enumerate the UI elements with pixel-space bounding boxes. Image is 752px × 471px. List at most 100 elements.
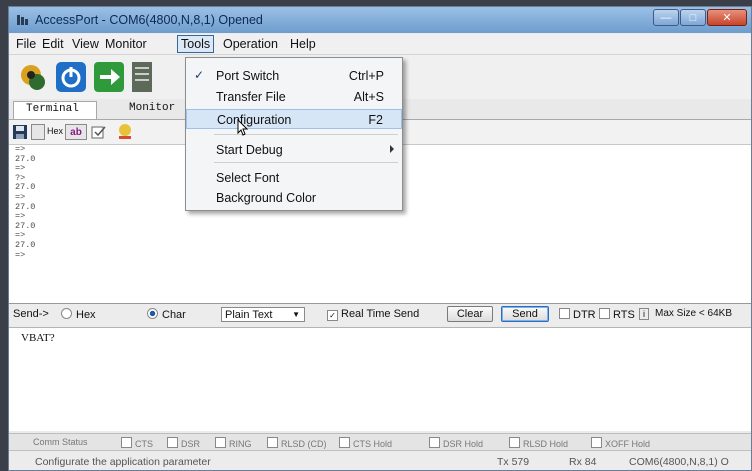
text-mode-button[interactable]: ab (65, 124, 87, 140)
configuration-label: Configuration (217, 113, 292, 127)
format-select-value: Plain Text (225, 309, 273, 321)
dsr-hold-status: DSR Hold (429, 437, 483, 449)
tab-monitor[interactable]: Monitor (117, 101, 187, 119)
submenu-arrow-icon (390, 145, 394, 153)
close-button[interactable]: ✕ (707, 9, 747, 26)
menu-bar: File Edit View Monitor Tools Operation H… (9, 34, 751, 55)
menu-item-start-debug[interactable]: Start Debug (186, 140, 402, 160)
tools-menu: ✓ Port Switch Ctrl+P Transfer File Alt+S… (185, 57, 403, 211)
background-color-label: Background Color (216, 191, 317, 205)
menu-file[interactable]: File (13, 36, 39, 52)
chevron-down-icon: ▼ (292, 310, 300, 319)
cts-hold-status: CTS Hold (339, 437, 392, 449)
port-config-icon[interactable] (17, 61, 49, 93)
terminal-line: => (15, 249, 26, 260)
menu-item-port-switch[interactable]: ✓ Port Switch Ctrl+P (186, 66, 402, 86)
status-indicator (339, 437, 350, 448)
save-icon[interactable] (13, 125, 27, 139)
clear-screen-icon[interactable] (117, 123, 133, 140)
status-indicator (167, 437, 178, 448)
ring-status-label: RING (229, 439, 252, 449)
status-indicator (121, 437, 132, 448)
port-status: COM6(4800,N,8,1) O (629, 456, 729, 468)
rlsd-status-label: RLSD (CD) (281, 439, 327, 449)
rlsd-status: RLSD (CD) (267, 437, 327, 449)
checkbox-edit-icon[interactable] (91, 124, 107, 140)
checkbox-indicator (559, 308, 570, 319)
char-radio-label: Char (162, 309, 186, 321)
status-hint: Configurate the application parameter (35, 456, 211, 468)
comm-status-label: Comm Status (33, 437, 88, 447)
start-debug-label: Start Debug (216, 143, 283, 157)
menu-item-background-color[interactable]: Background Color (186, 188, 402, 208)
clear-button[interactable]: Clear (447, 306, 493, 322)
transfer-file-label: Transfer File (216, 90, 286, 104)
menu-edit[interactable]: Edit (39, 36, 67, 52)
terminal-line: => (15, 211, 26, 222)
status-indicator (509, 437, 520, 448)
menu-item-configuration[interactable]: Configuration F2 (186, 109, 402, 129)
realtime-send-label: Real Time Send (341, 308, 420, 320)
rts-label: RTS (613, 309, 635, 321)
dsr-hold-status-label: DSR Hold (443, 439, 484, 449)
xoff-hold-status: XOFF Hold (591, 437, 650, 449)
cts-status-label: CTS (135, 439, 153, 449)
go-arrow-icon[interactable] (93, 61, 125, 93)
radio-indicator (147, 308, 158, 319)
radio-indicator (61, 308, 72, 319)
tab-terminal[interactable]: Terminal (13, 101, 97, 119)
terminal-line: 27.0 (15, 220, 36, 231)
status-bar: Configurate the application parameter Tx… (9, 450, 751, 470)
menu-view[interactable]: View (69, 36, 102, 52)
tx-count: Tx 579 (497, 456, 530, 468)
hex-label[interactable]: Hex (47, 126, 63, 136)
char-radio[interactable]: Char (147, 308, 186, 321)
menu-tools[interactable]: Tools (177, 35, 215, 53)
window-title: AccessPort - COM6(4800,N,8,1) Opened (35, 13, 263, 27)
send-label: Send-> (13, 308, 49, 320)
title-bar[interactable]: AccessPort - COM6(4800,N,8,1) Opened — □… (9, 7, 751, 33)
configuration-shortcut: F2 (368, 113, 383, 127)
port-switch-shortcut: Ctrl+P (348, 69, 384, 83)
dtr-checkbox[interactable]: DTR (559, 308, 596, 321)
cts-hold-status-label: CTS Hold (353, 439, 393, 449)
xoff-hold-status-label: XOFF Hold (605, 439, 651, 449)
format-select[interactable]: Plain Text ▼ (221, 307, 305, 322)
menu-operation[interactable]: Operation (220, 36, 281, 52)
dtr-label: DTR (573, 309, 596, 321)
app-icon (17, 15, 28, 25)
menu-item-select-font[interactable]: Select Font (186, 168, 402, 188)
checkmark-icon: ✓ (327, 310, 338, 321)
terminal-line: => (15, 230, 26, 241)
app-window: AccessPort - COM6(4800,N,8,1) Opened — □… (8, 6, 752, 471)
hex-toggle-icon[interactable] (31, 124, 45, 140)
port-switch-label: Port Switch (216, 69, 280, 83)
select-font-label: Select Font (216, 171, 280, 185)
hex-radio[interactable]: Hex (61, 308, 96, 321)
send-input[interactable]: VBAT? (9, 327, 751, 431)
maximize-button[interactable]: □ (680, 9, 706, 26)
rlsd-hold-status: RLSD Hold (509, 437, 568, 449)
status-indicator (267, 437, 278, 448)
menu-separator (214, 162, 398, 163)
send-button[interactable]: Send (501, 306, 549, 322)
rlsd-hold-status-label: RLSD Hold (523, 439, 569, 449)
menu-item-transfer-file[interactable]: Transfer File Alt+S (186, 87, 402, 107)
checkbox-indicator (599, 308, 610, 319)
info-icon[interactable]: i (639, 308, 649, 320)
rx-count: Rx 84 (569, 456, 597, 468)
menu-monitor[interactable]: Monitor (102, 36, 150, 52)
document-icon[interactable] (131, 61, 153, 93)
minimize-button[interactable]: — (653, 9, 679, 26)
realtime-send-checkbox[interactable]: ✓ Real Time Send (327, 308, 419, 321)
hex-radio-label: Hex (76, 309, 96, 321)
power-icon[interactable] (55, 61, 87, 93)
cts-status: CTS (121, 437, 153, 449)
send-bar: Send-> Hex Char Plain Text ▼ ✓ Real Time … (9, 304, 751, 326)
rts-checkbox[interactable]: RTS (599, 308, 635, 321)
dsr-status-label: DSR (181, 439, 201, 449)
checkmark-icon: ✓ (194, 68, 205, 82)
menu-help[interactable]: Help (287, 36, 319, 52)
status-indicator (591, 437, 602, 448)
comm-status-bar: Comm Status CTS DSR RING RLSD (CD) CTS H… (9, 433, 751, 450)
